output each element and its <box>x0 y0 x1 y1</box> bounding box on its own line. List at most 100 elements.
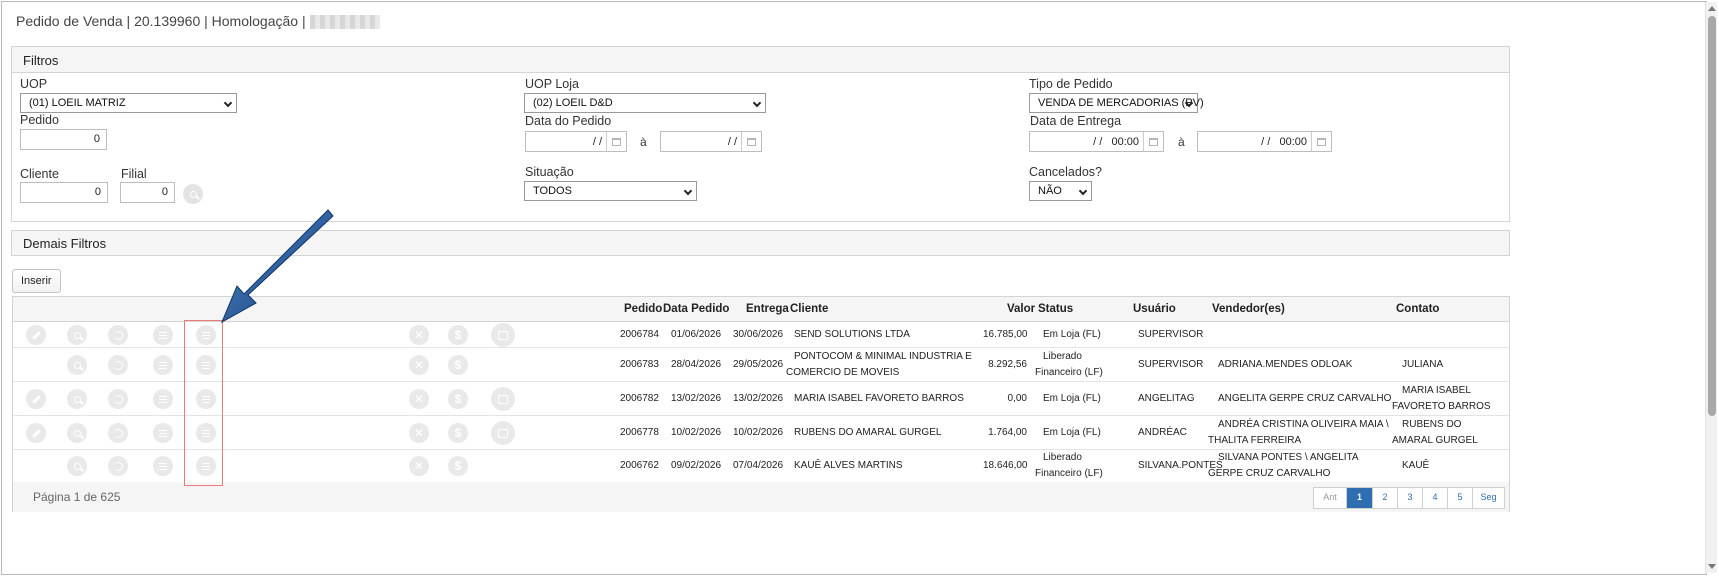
data-entrega-to-input[interactable]: / / 00:00 <box>1197 131 1332 152</box>
table-row[interactable]: ✕ $ 2006778 10/02/2026 10/02/2026 RUBENS… <box>13 416 1509 450</box>
cell-vendedores: ANGELITA GERPE CRUZ CARVALHO <box>1218 393 1392 404</box>
view-button[interactable] <box>67 423 87 443</box>
calendar-icon[interactable] <box>1143 132 1163 151</box>
cell-contato: MARIA ISABEL FAVORETO BARROS <box>1392 385 1491 412</box>
cancel-button[interactable]: ✕ <box>409 389 429 409</box>
list-button[interactable] <box>153 389 173 409</box>
vertical-scrollbar[interactable] <box>1705 2 1717 573</box>
table-row[interactable]: ✕ $ 2006784 01/06/2026 30/06/2026 SEND S… <box>13 322 1509 348</box>
col-contato[interactable]: Contato <box>1396 303 1439 315</box>
cell-status: Liberado Financeiro (LF) <box>1035 452 1103 479</box>
cell-pedido: 2006784 <box>620 329 659 340</box>
pager-prev-button[interactable]: Ant <box>1314 488 1346 508</box>
table-row[interactable]: ✕ $ 2006762 09/02/2026 07/04/2026 KAUÊ A… <box>13 450 1509 483</box>
alter-button[interactable] <box>491 387 515 411</box>
cliente-input[interactable]: 0 <box>20 182 108 203</box>
tipo-pedido-select-value: VENDA DE MERCADORIAS (PV) <box>1038 97 1204 109</box>
alter-button[interactable] <box>491 421 515 445</box>
list-button[interactable] <box>153 355 173 375</box>
demais-filtros-title[interactable]: Demais Filtros <box>12 231 1509 255</box>
view-button[interactable] <box>67 456 87 476</box>
list-button[interactable] <box>153 423 173 443</box>
history-button[interactable] <box>108 456 128 476</box>
data-pedido-from-input[interactable]: / / <box>525 131 627 152</box>
magnifier-icon <box>73 429 81 437</box>
finance-button[interactable]: $ <box>448 456 468 476</box>
cliente-search-button[interactable] <box>183 184 203 204</box>
situacao-label: Situação <box>525 165 574 179</box>
finance-button[interactable]: $ <box>448 355 468 375</box>
col-pedido[interactable]: Pedido <box>624 303 662 315</box>
situacao-select-value: TODOS <box>533 185 572 197</box>
history-button[interactable] <box>108 325 128 345</box>
history-button[interactable] <box>108 355 128 375</box>
calendar-icon[interactable] <box>741 132 761 151</box>
scrollbar-thumb[interactable] <box>1708 16 1716 416</box>
dollar-icon: $ <box>454 392 462 406</box>
alter-button[interactable] <box>491 323 515 347</box>
list-icon <box>159 331 167 339</box>
finance-button[interactable]: $ <box>448 423 468 443</box>
x-icon: ✕ <box>413 459 425 473</box>
pager-page-3[interactable]: 3 <box>1397 488 1422 508</box>
table-row[interactable]: ✕ $ 2006783 28/04/2026 29/05/2026 PONTOC… <box>13 348 1509 382</box>
history-button[interactable] <box>108 423 128 443</box>
edit-button[interactable] <box>26 389 46 409</box>
pedido-input[interactable]: 0 <box>20 129 107 150</box>
col-vendedores[interactable]: Vendedor(es) <box>1212 303 1285 315</box>
cancel-button[interactable]: ✕ <box>409 325 429 345</box>
view-button[interactable] <box>67 389 87 409</box>
edit-button[interactable] <box>26 325 46 345</box>
calendar-icon[interactable] <box>1311 132 1331 151</box>
view-button[interactable] <box>67 355 87 375</box>
history-button[interactable] <box>108 389 128 409</box>
view-button[interactable] <box>67 325 87 345</box>
cancel-button[interactable]: ✕ <box>409 355 429 375</box>
cell-contato: KAUÊ <box>1402 460 1430 471</box>
cell-entrega: 07/04/2026 <box>733 460 784 471</box>
cancel-button[interactable]: ✕ <box>409 456 429 476</box>
edit-button[interactable] <box>26 423 46 443</box>
scroll-up-icon[interactable] <box>1708 6 1716 11</box>
cliente-label: Cliente <box>20 167 59 181</box>
finance-button[interactable]: $ <box>448 389 468 409</box>
cancelados-select[interactable]: NÃO <box>1029 181 1092 201</box>
chevron-down-icon <box>683 186 693 196</box>
situacao-select[interactable]: TODOS <box>524 181 697 201</box>
cell-usuario: SUPERVISOR <box>1138 359 1204 370</box>
list-button[interactable] <box>153 456 173 476</box>
uop-loja-select[interactable]: (02) LOEIL D&D <box>524 93 766 113</box>
finance-button[interactable]: $ <box>448 325 468 345</box>
col-cliente[interactable]: Cliente <box>790 303 828 315</box>
history-icon <box>113 360 123 370</box>
table-row[interactable]: ✕ $ 2006782 13/02/2026 13/02/2026 MARIA … <box>13 382 1509 416</box>
pager-page-4[interactable]: 4 <box>1422 488 1447 508</box>
list-icon <box>159 361 167 369</box>
scroll-down-icon[interactable] <box>1708 564 1716 569</box>
inserir-button[interactable]: Inserir <box>12 269 61 293</box>
pager-page-2[interactable]: 2 <box>1372 488 1397 508</box>
pager-page-1[interactable]: 1 <box>1346 488 1372 508</box>
uop-select-value: (01) LOEIL MATRIZ <box>29 97 126 109</box>
cell-pedido: 2006783 <box>620 359 659 370</box>
col-valor[interactable]: Valor <box>1007 303 1035 315</box>
col-usuario[interactable]: Usuário <box>1133 303 1176 315</box>
demais-filtros-panel[interactable]: Demais Filtros <box>11 230 1510 256</box>
col-data-pedido[interactable]: Data Pedido <box>663 303 729 315</box>
filial-input[interactable]: 0 <box>120 182 175 203</box>
pagination: Ant 1 2 3 4 5 Seg <box>1313 487 1505 509</box>
data-entrega-from-input[interactable]: / / 00:00 <box>1029 131 1164 152</box>
pager-next-button[interactable]: Seg <box>1472 488 1504 508</box>
col-entrega[interactable]: Entrega <box>746 303 789 315</box>
cancel-button[interactable]: ✕ <box>409 423 429 443</box>
uop-select[interactable]: (01) LOEIL MATRIZ <box>20 93 237 113</box>
date-range-separator: à <box>640 135 647 149</box>
list-button[interactable] <box>153 325 173 345</box>
uop-label: UOP <box>20 77 48 91</box>
pager-page-5[interactable]: 5 <box>1447 488 1472 508</box>
col-status[interactable]: Status <box>1038 303 1073 315</box>
tipo-pedido-select[interactable]: VENDA DE MERCADORIAS (PV) <box>1029 93 1204 113</box>
data-pedido-to-input[interactable]: / / <box>660 131 762 152</box>
uop-loja-select-value: (02) LOEIL D&D <box>533 97 613 109</box>
calendar-icon[interactable] <box>606 132 626 151</box>
